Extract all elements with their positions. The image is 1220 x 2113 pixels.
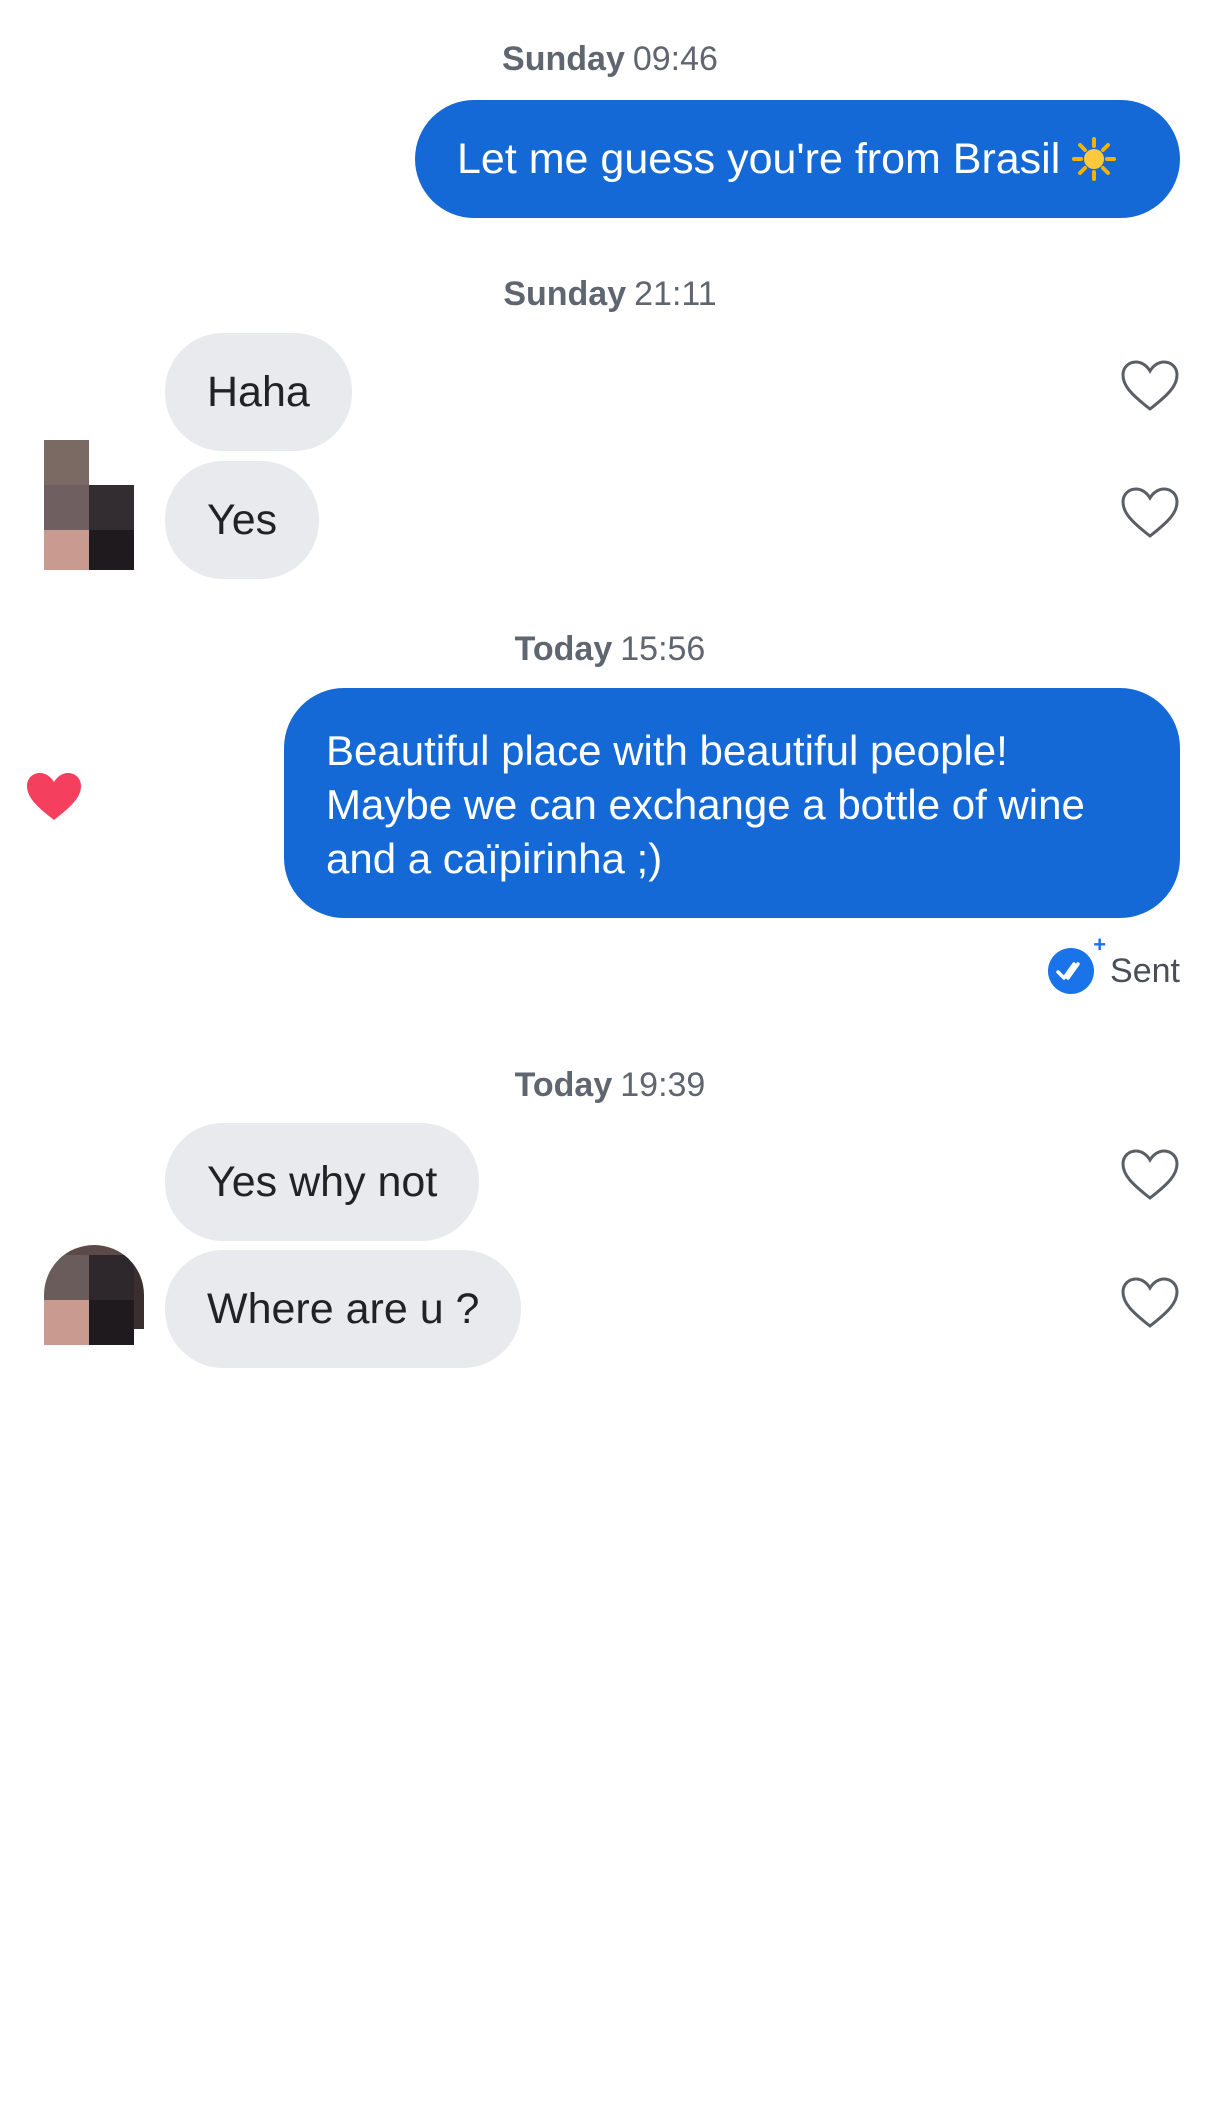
- timestamp-day: Today: [514, 1066, 613, 1104]
- heart-outline-icon[interactable]: [1120, 1276, 1180, 1330]
- plus-icon: +: [1093, 932, 1107, 957]
- timestamp-time: 21:11: [634, 275, 717, 313]
- message-line: and a caïpirinha ;): [326, 835, 663, 882]
- heart-filled-icon[interactable]: [24, 770, 84, 824]
- timestamp-time: 15:56: [620, 630, 706, 668]
- timestamp-time: 19:39: [620, 1066, 706, 1104]
- received-message[interactable]: Yes why not: [165, 1123, 480, 1241]
- received-message[interactable]: Haha: [165, 333, 352, 451]
- sent-message[interactable]: Beautiful place with beautiful people! M…: [284, 688, 1180, 918]
- timestamp-day: Sunday: [503, 275, 627, 313]
- message-text: Haha: [207, 368, 310, 416]
- timestamp: Today 15:56: [0, 630, 1220, 669]
- timestamp: Sunday 21:11: [0, 275, 1220, 314]
- timestamp-day: Sunday: [502, 40, 625, 78]
- sent-message[interactable]: Let me guess you're from Brasil: [415, 100, 1180, 218]
- heart-outline-icon[interactable]: [1120, 359, 1180, 413]
- delivery-status: + Sent: [1048, 932, 1180, 994]
- received-message[interactable]: Yes: [165, 461, 320, 579]
- sun-emoji-icon: [1072, 137, 1117, 181]
- message-text: Let me guess you're from Brasil: [457, 135, 1061, 183]
- message-text: Yes: [207, 496, 278, 544]
- avatar[interactable]: [44, 440, 134, 570]
- timestamp-time: 09:46: [632, 40, 718, 78]
- avatar[interactable]: [44, 1245, 144, 1365]
- double-check-icon: +: [1048, 932, 1106, 994]
- received-message[interactable]: Where are u ?: [165, 1250, 522, 1368]
- status-label: Sent: [1110, 951, 1180, 990]
- message-text: Where are u ?: [207, 1285, 480, 1333]
- message-line: Maybe we can exchange a bottle of wine: [326, 781, 1085, 828]
- timestamp-day: Today: [514, 630, 613, 668]
- timestamp: Sunday 09:46: [0, 40, 1220, 79]
- timestamp: Today 19:39: [0, 1066, 1220, 1105]
- message-text: Yes why not: [207, 1158, 438, 1206]
- message-line: Beautiful place with beautiful people!: [326, 727, 1008, 774]
- heart-outline-icon[interactable]: [1120, 486, 1180, 540]
- heart-outline-icon[interactable]: [1120, 1148, 1180, 1202]
